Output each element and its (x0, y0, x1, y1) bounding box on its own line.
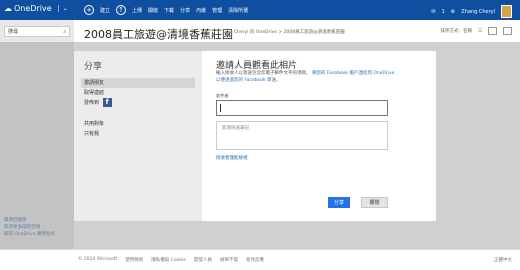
share-submit-button[interactable]: 分享 (328, 197, 350, 208)
search-input[interactable]: 搜尋 ⌕ (4, 26, 70, 37)
user-name[interactable]: Zhang Cheryl (461, 9, 495, 15)
create-menu[interactable]: 建立 (100, 7, 110, 14)
upload-button[interactable]: 上傳 (132, 7, 142, 14)
open-button[interactable]: 開啟 (148, 7, 158, 14)
thumbnail-view-icon[interactable] (488, 27, 497, 35)
facebook-icon[interactable]: f (102, 98, 112, 107)
recipient-input[interactable] (216, 100, 388, 116)
only-me-label: 只有我 (84, 131, 100, 137)
post-to-label: 發佈到 (84, 100, 100, 106)
copyright-text: © 2014 Microsoft (78, 257, 118, 262)
page-header: 2008員工旅遊@清境香蕉莊園 Cheryl 的 OneDrive > 2008… (74, 20, 520, 42)
note-placeholder: 新增快速筆記 (222, 126, 249, 131)
breadcrumb[interactable]: Cheryl 的 OneDrive > 2008員工旅遊@清境香蕉莊園 (234, 29, 345, 35)
command-bar: + 建立 ↑ 上傳 開啟 下載 分享 內嵌 管理 清除所選 (84, 5, 248, 15)
notification-icon[interactable]: ✉ (431, 9, 435, 15)
invite-panel: 邀請人員觀看此相片 輸入接收人以寄送包含您電子郵件文字的項目。 將您的 Face… (216, 51, 436, 221)
app-title: OneDrive (14, 4, 52, 13)
option-invite-people[interactable]: 邀請朋友 (81, 78, 195, 88)
footer: © 2014 Microsoft 使用條款 隱私權與 Cookie 開發人員 檢… (0, 249, 520, 270)
text-caret (220, 104, 221, 112)
topbar-right: ✉ 1 ⚙ Zhang Cheryl (431, 5, 512, 18)
footer-links: © 2014 Microsoft 使用條款 隱私權與 Cookie 開發人員 檢… (78, 257, 264, 263)
note-field[interactable]: 新增快速筆記 (216, 121, 388, 150)
cloud-icon: ☁ (4, 4, 12, 13)
view-controls: 排序方式：名稱 ☰ (440, 27, 512, 35)
invite-title: 邀請人員觀看此相片 (216, 61, 298, 71)
option-get-link[interactable]: 取得連結 (81, 88, 195, 98)
page-title: 2008員工旅遊@清境香蕉莊園 (84, 28, 233, 41)
close-button[interactable]: 關閉 (361, 197, 388, 208)
invite-description: 輸入接收人以寄送包含您電子郵件文字的項目。 將您的 Facebook 帳戶連結到… (216, 71, 396, 84)
notification-count: 1 (441, 8, 445, 15)
list-view-icon[interactable]: ☰ (478, 29, 482, 34)
terms-link[interactable]: 使用條款 (125, 257, 143, 263)
onedrive-logo[interactable]: ☁ OneDrive ⌄ (4, 4, 68, 13)
developers-link[interactable]: 開發人員 (194, 257, 212, 263)
report-link[interactable]: 檢舉不當 (220, 257, 238, 263)
search-placeholder: 搜尋 (8, 29, 19, 35)
clear-selection-button[interactable]: 清除所選 (228, 7, 248, 14)
share-dialog: 分享 邀請朋友 取得連結 發佈到 f 共用對象 只有我 邀請人員觀看此相片 輸入… (74, 51, 436, 221)
upload-icon[interactable]: ↑ (116, 5, 127, 15)
shared-with-label: 共用對象 (84, 121, 105, 127)
share-options-panel: 分享 邀請朋友 取得連結 發佈到 f 共用對象 只有我 (74, 51, 202, 221)
permission-link[interactable]: 接收者僅能檢視 (216, 155, 248, 161)
option-post-to[interactable]: 發佈到 f (81, 98, 195, 108)
description-text: 輸入接收人以寄送包含您電子郵件文字的項目。 (216, 71, 311, 76)
gear-icon[interactable]: ⚙ (451, 9, 455, 15)
share-button[interactable]: 分享 (180, 7, 190, 14)
create-icon[interactable]: + (84, 5, 94, 15)
manage-menu[interactable]: 管理 (212, 7, 222, 14)
top-bar: ☁ OneDrive ⌄ + 建立 ↑ 上傳 開啟 下載 分享 內嵌 管理 清除… (0, 0, 520, 20)
recipient-label: 收件者 (216, 93, 229, 98)
sort-dropdown[interactable]: 排序方式：名稱 (440, 28, 472, 34)
language-selector[interactable]: 正體中文 (494, 257, 512, 263)
feedback-link[interactable]: 意見反應 (246, 257, 264, 263)
download-button[interactable]: 下載 (164, 7, 174, 14)
avatar[interactable] (501, 5, 512, 18)
privacy-link[interactable]: 隱私權與 Cookie (151, 257, 186, 263)
search-icon[interactable]: ⌕ (63, 29, 66, 35)
embed-button[interactable]: 內嵌 (196, 7, 206, 14)
details-pane-icon[interactable] (503, 27, 512, 35)
dialog-title: 分享 (84, 62, 103, 72)
chevron-down-icon[interactable]: ⌄ (57, 5, 68, 12)
